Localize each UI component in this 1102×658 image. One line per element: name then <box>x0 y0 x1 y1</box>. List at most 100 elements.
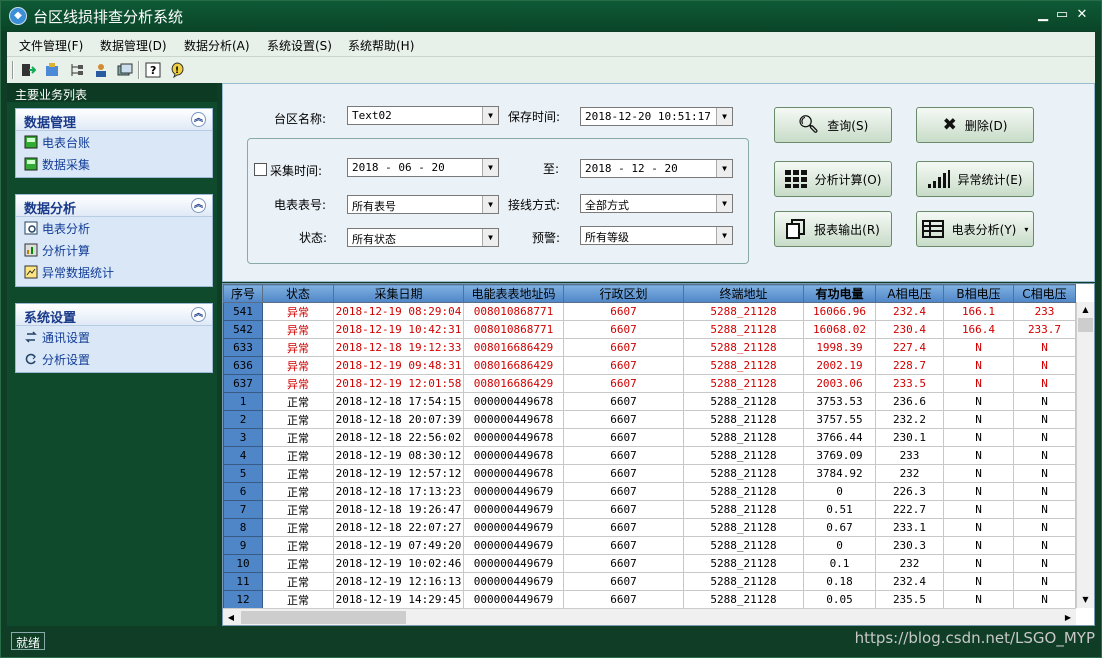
export-button[interactable]: 报表输出(R) <box>774 211 892 247</box>
sidebar-item-meter-analysis[interactable]: 电表分析 <box>16 217 212 239</box>
table-row[interactable]: 10 正常 2018-12-19 10:02:46 000000449679 6607 5… <box>223 554 1076 573</box>
vertical-scrollbar[interactable]: ▲ ▼ <box>1076 302 1094 608</box>
collapse-icon[interactable]: ︽ <box>191 307 206 322</box>
data-icon[interactable] <box>43 61 61 79</box>
table-cell: N <box>943 590 1014 609</box>
column-header[interactable]: 有功电量 <box>803 284 876 303</box>
menu-help[interactable]: 系统帮助(H) <box>348 37 414 54</box>
collapse-icon[interactable]: ︽ <box>191 112 206 127</box>
grid-icon <box>784 170 807 188</box>
save-time-picker[interactable]: 2018-12-20 10:51:17 ▼ <box>580 107 733 126</box>
collect-to-picker[interactable]: 2018 - 12 - 20 ▼ <box>580 159 733 178</box>
dropdown-arrow-icon[interactable]: ▼ <box>482 107 498 124</box>
table-cell: N <box>1013 554 1076 573</box>
row-number-cell: 3 <box>223 428 263 447</box>
table-cell: 008016686429 <box>463 338 564 357</box>
table-row[interactable]: 637 异常 2018-12-19 12:01:58 008016686429 6607… <box>223 374 1076 393</box>
sidebar-header: 主要业务列表 <box>7 83 217 102</box>
dropdown-arrow-icon[interactable]: ▼ <box>482 159 498 176</box>
scroll-down-icon[interactable]: ▼ <box>1077 592 1094 608</box>
abnormal-stats-button[interactable]: 异常统计(E) <box>916 161 1034 197</box>
table-cell: 235.5 <box>875 590 944 609</box>
calc-button[interactable]: 分析计算(O) <box>774 161 892 197</box>
sidebar-item-comm-settings[interactable]: 通讯设置 <box>16 326 212 348</box>
table-cell: 5288_21128 <box>683 338 804 357</box>
table-row[interactable]: 9 正常 2018-12-19 07:49:20 000000449679 6607 52… <box>223 536 1076 555</box>
wiring-select[interactable]: 全部方式 ▼ <box>580 194 733 213</box>
column-header[interactable]: B相电压 <box>943 284 1014 303</box>
help-icon[interactable]: ? <box>144 61 162 79</box>
minimize-icon[interactable]: ▁ <box>1035 7 1051 23</box>
table-cell: 227.4 <box>875 338 944 357</box>
scroll-thumb[interactable] <box>241 611 406 624</box>
table-row[interactable]: 6 正常 2018-12-18 17:13:23 000000449679 6607 52… <box>223 482 1076 501</box>
export-label: 报表输出(R) <box>814 222 880 237</box>
table-row[interactable]: 542 异常 2018-12-19 10:42:31 008010868771 6607… <box>223 320 1076 339</box>
dropdown-arrow-icon[interactable]: ▼ <box>716 108 732 125</box>
menu-data-analysis[interactable]: 数据分析(A) <box>184 37 250 54</box>
table-row[interactable]: 5 正常 2018-12-19 12:57:12 000000449678 6607 52… <box>223 464 1076 483</box>
table-row[interactable]: 636 异常 2018-12-19 09:48:31 008016686429 6607… <box>223 356 1076 375</box>
column-header[interactable]: 终端地址 <box>683 284 804 303</box>
sidebar-item-abnormal-stats[interactable]: 异常数据统计 <box>16 261 212 283</box>
column-header[interactable]: 电能表表地址码 <box>463 284 564 303</box>
column-header[interactable]: 状态 <box>262 284 334 303</box>
collect-time-checkbox[interactable] <box>254 163 267 176</box>
scroll-left-icon[interactable]: ◀ <box>223 609 239 625</box>
window-icon[interactable] <box>116 61 134 79</box>
column-header[interactable]: 序号 <box>223 284 263 303</box>
table-row[interactable]: 541 异常 2018-12-19 08:29:04 008010868771 6607… <box>223 302 1076 321</box>
table-row[interactable]: 8 正常 2018-12-18 22:07:27 000000449679 6607 52… <box>223 518 1076 537</box>
warn-select[interactable]: 所有等级 ▼ <box>580 226 733 245</box>
table-cell: 5288_21128 <box>683 446 804 465</box>
collect-from-picker[interactable]: 2018 - 06 - 20 ▼ <box>347 158 499 177</box>
state-select[interactable]: 所有状态 ▼ <box>347 228 499 247</box>
sidebar-item-analysis-settings[interactable]: 分析设置 <box>16 348 212 370</box>
table-row[interactable]: 1 正常 2018-12-18 17:54:15 000000449678 6607 52… <box>223 392 1076 411</box>
column-header[interactable]: A相电压 <box>875 284 944 303</box>
table-row[interactable]: 7 正常 2018-12-18 19:26:47 000000449679 6607 52… <box>223 500 1076 519</box>
row-number-cell: 541 <box>223 302 263 321</box>
column-header[interactable]: 行政区划 <box>563 284 684 303</box>
dropdown-arrow-icon[interactable]: ▼ <box>716 227 732 244</box>
sidebar-item-meter-ledger[interactable]: 电表台账 <box>16 131 212 153</box>
menu-file[interactable]: 文件管理(F) <box>19 37 83 54</box>
delete-button[interactable]: ✖ 删除(D) <box>916 107 1034 143</box>
table-cell: 2018-12-19 12:57:12 <box>333 464 464 483</box>
table-row[interactable]: 2 正常 2018-12-18 20:07:39 000000449678 6607 52… <box>223 410 1076 429</box>
panel-header[interactable]: 系统设置 ︽ <box>16 304 212 326</box>
query-button[interactable]: 🔍︎ 查询(S) <box>774 107 892 143</box>
info-icon[interactable]: ! <box>168 61 186 79</box>
menu-data-manage[interactable]: 数据管理(D) <box>100 37 167 54</box>
meter-select[interactable]: 所有表号 ▼ <box>347 195 499 214</box>
meter-analysis-button[interactable]: 电表分析(Y) ▾ <box>916 211 1034 247</box>
table-row[interactable]: 11 正常 2018-12-19 12:16:13 000000449679 6607 5… <box>223 572 1076 591</box>
table-row[interactable]: 3 正常 2018-12-18 22:56:02 000000449678 6607 52… <box>223 428 1076 447</box>
user-icon[interactable] <box>92 61 110 79</box>
table-row[interactable]: 12 正常 2018-12-19 14:29:45 000000449679 6607 5… <box>223 590 1076 609</box>
exit-icon[interactable] <box>19 61 37 79</box>
dropdown-arrow-icon[interactable]: ▼ <box>482 196 498 213</box>
sidebar-item-data-collect[interactable]: 数据采集 <box>16 153 212 175</box>
maximize-icon[interactable]: ▭ <box>1054 7 1070 23</box>
tree-icon[interactable] <box>67 61 85 79</box>
column-header[interactable]: 采集日期 <box>333 284 464 303</box>
table-row[interactable]: 4 正常 2018-12-19 08:30:12 000000449678 6607 52… <box>223 446 1076 465</box>
dropdown-arrow-icon[interactable]: ▼ <box>482 229 498 246</box>
table-cell: N <box>1013 464 1076 483</box>
scroll-up-icon[interactable]: ▲ <box>1077 302 1094 318</box>
table-row[interactable]: 633 异常 2018-12-18 19:12:33 008016686429 6607… <box>223 338 1076 357</box>
close-icon[interactable]: ✕ <box>1074 7 1090 23</box>
sidebar-item-calc[interactable]: 分析计算 <box>16 239 212 261</box>
area-select[interactable]: Text02 ▼ <box>347 106 499 125</box>
horizontal-scrollbar[interactable]: ◀ ▶ <box>223 608 1076 625</box>
dropdown-arrow-icon[interactable]: ▼ <box>716 160 732 177</box>
scroll-right-icon[interactable]: ▶ <box>1060 609 1076 625</box>
scroll-thumb[interactable] <box>1078 318 1093 332</box>
dropdown-arrow-icon[interactable]: ▼ <box>716 195 732 212</box>
panel-header[interactable]: 数据分析 ︽ <box>16 195 212 217</box>
column-header[interactable]: C相电压 <box>1013 284 1076 303</box>
menu-settings[interactable]: 系统设置(S) <box>267 37 332 54</box>
panel-header[interactable]: 数据管理 ︽ <box>16 109 212 131</box>
collapse-icon[interactable]: ︽ <box>191 198 206 213</box>
